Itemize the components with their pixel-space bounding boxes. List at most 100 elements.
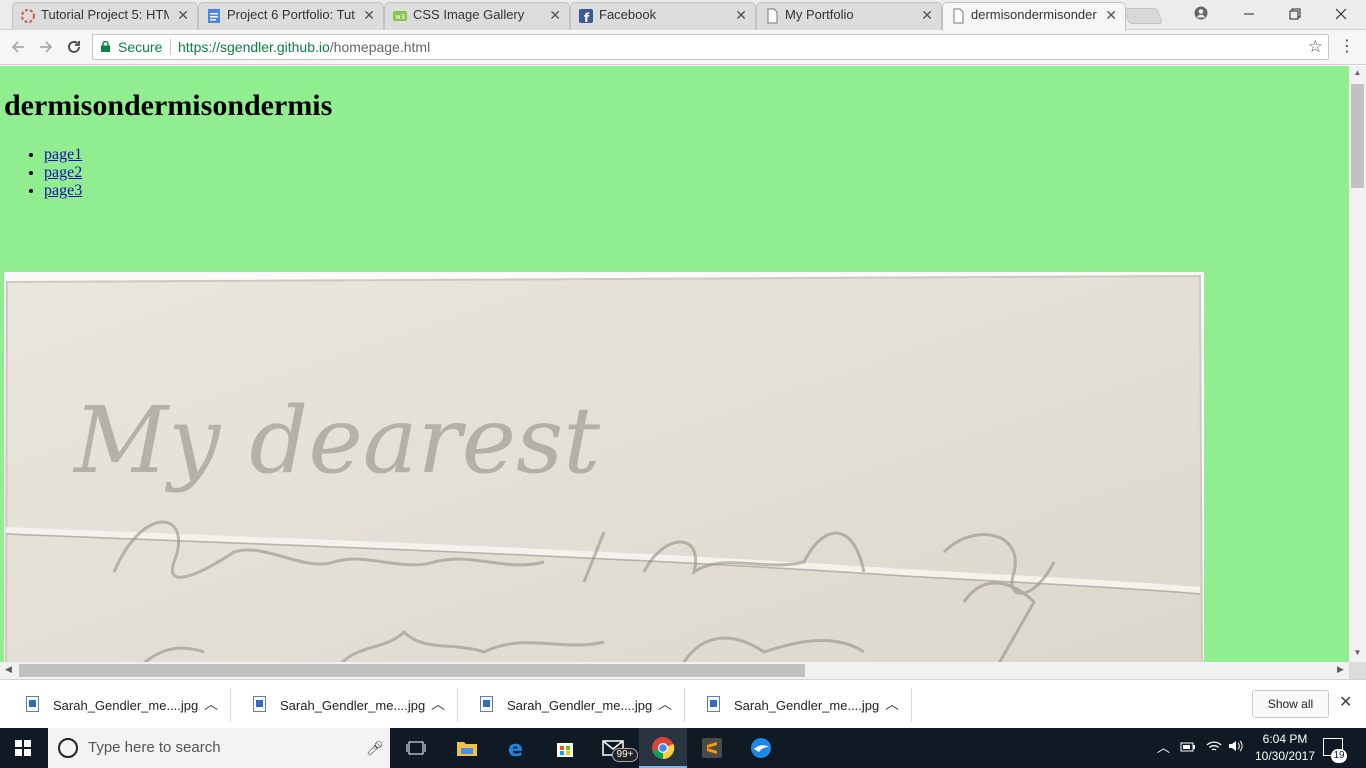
security-label: Secure: [118, 39, 163, 55]
download-filename: Sarah_Gendler_me....jpg: [507, 698, 653, 713]
download-filename: Sarah_Gendler_me....jpg: [734, 698, 880, 713]
tab-title: Tutorial Project 5: HTML: [41, 7, 169, 22]
close-icon[interactable]: ✕: [363, 3, 375, 27]
page-nav-list: page1 page2 page3: [24, 146, 82, 200]
close-icon[interactable]: ✕: [1105, 3, 1117, 27]
browser-toolbar: Secure https://sgendler.github.io/homepa…: [0, 30, 1366, 65]
tray-chevron-icon[interactable]: ︿: [1157, 728, 1170, 768]
browser-menu-icon[interactable]: ⋮: [1339, 36, 1355, 56]
forward-icon[interactable]: [35, 36, 57, 58]
nav-link-page2[interactable]: page2: [44, 164, 82, 181]
chevron-up-icon[interactable]: ︿: [885, 694, 899, 714]
chevron-up-icon[interactable]: ︿: [658, 694, 672, 714]
scroll-right-icon[interactable]: ▶: [1337, 664, 1344, 675]
scroll-up-icon[interactable]: ▲: [1349, 68, 1366, 77]
clock-date: 10/30/2017: [1254, 749, 1316, 763]
image-file-icon: [26, 696, 39, 712]
taskbar-search-box[interactable]: Type here to search 🎤︎: [48, 728, 390, 768]
tab-my-portfolio[interactable]: My Portfolio ✕: [756, 2, 942, 30]
w3schools-favicon-icon: w3: [393, 11, 407, 21]
svg-text:e: e: [508, 737, 523, 759]
volume-icon[interactable]: [1228, 728, 1244, 768]
tab-facebook[interactable]: f Facebook ✕: [570, 2, 756, 30]
wifi-icon[interactable]: [1206, 728, 1222, 768]
close-window-icon[interactable]: [1318, 0, 1364, 30]
tab-css-image-gallery[interactable]: w3 CSS Image Gallery ✕: [384, 2, 570, 30]
vertical-scroll-thumb[interactable]: [1351, 84, 1364, 188]
scroll-left-icon[interactable]: ◀: [5, 664, 12, 675]
horizontal-scroll-thumb[interactable]: [19, 664, 805, 677]
scroll-down-icon[interactable]: ▼: [1349, 648, 1366, 657]
close-icon[interactable]: ✕: [177, 3, 189, 27]
tab-title: My Portfolio: [785, 7, 854, 22]
file-explorer-icon[interactable]: [455, 736, 479, 760]
new-tab-button[interactable]: [1123, 8, 1163, 24]
battery-icon[interactable]: [1180, 728, 1196, 768]
image-file-icon: [253, 696, 266, 712]
cortana-icon: [58, 738, 78, 758]
tab-title: Project 6 Portfolio: Tuto: [227, 7, 355, 22]
svg-text:w3: w3: [395, 13, 405, 21]
handwritten-letter-image: My dearest: [4, 272, 1204, 662]
chevron-up-icon[interactable]: ︿: [431, 694, 445, 714]
vertical-scrollbar[interactable]: ▲ ▼: [1349, 66, 1366, 662]
taskbar-clock[interactable]: 6:04 PM 10/30/2017: [1250, 731, 1320, 765]
tab-project-6-portfolio[interactable]: Project 6 Portfolio: Tuto ✕: [198, 2, 384, 30]
letter-photo: My dearest: [4, 272, 1204, 662]
downloads-bar: Sarah_Gendler_me....jpg ︿ Sarah_Gendler_…: [0, 679, 1366, 728]
nav-link-page1[interactable]: page1: [44, 146, 82, 163]
app-bird-icon[interactable]: [749, 736, 773, 760]
omnibox-separator: [170, 39, 171, 55]
close-icon[interactable]: ✕: [549, 3, 561, 27]
download-filename: Sarah_Gendler_me....jpg: [53, 698, 199, 713]
chevron-up-icon[interactable]: ︿: [204, 694, 218, 714]
url-host: https://sgendler.github.io: [178, 39, 330, 55]
close-downloads-icon[interactable]: ✕: [1339, 692, 1352, 712]
microphone-icon[interactable]: 🎤︎: [366, 728, 384, 768]
download-item[interactable]: Sarah_Gendler_me....jpg ︿: [231, 688, 458, 722]
tab-title: Facebook: [599, 7, 657, 22]
nav-link-page3[interactable]: page3: [44, 182, 82, 199]
clock-time: 6:04 PM: [1262, 732, 1308, 746]
store-icon[interactable]: [553, 736, 577, 760]
mail-count-badge: 99+: [612, 748, 638, 762]
tab-title: CSS Image Gallery: [413, 7, 525, 22]
profile-icon[interactable]: [1178, 0, 1224, 30]
page-title: dermisondermisondermis: [4, 89, 333, 122]
page-viewport: dermisondermisondermis page1 page2 page3…: [0, 66, 1349, 662]
tab-tutorial-project-5[interactable]: Tutorial Project 5: HTML ✕: [12, 2, 198, 30]
image-file-icon: [707, 696, 720, 712]
tab-strip: Tutorial Project 5: HTML ✕ Project 6 Por…: [0, 0, 1366, 31]
url-text[interactable]: https://sgendler.github.io/homepage.html: [178, 35, 430, 59]
close-icon[interactable]: ✕: [921, 3, 933, 27]
url-path: /homepage.html: [329, 39, 431, 55]
bookmark-star-icon[interactable]: ☆: [1308, 35, 1323, 59]
windows-taskbar: Type here to search 🎤︎ e 99+ ︿ 6:04 PM 1…: [0, 728, 1366, 768]
chrome-taskbar-button[interactable]: [639, 728, 687, 768]
back-icon[interactable]: [7, 36, 29, 58]
list-item: page2: [44, 164, 82, 182]
tutorial-favicon-icon: [21, 9, 35, 23]
tab-title: dermisondermisonderm: [971, 7, 1097, 22]
chrome-icon: [652, 737, 675, 760]
show-all-button[interactable]: Show all: [1252, 690, 1329, 718]
horizontal-scrollbar[interactable]: ◀ ▶: [0, 662, 1349, 679]
download-item[interactable]: Sarah_Gendler_me....jpg ︿: [4, 688, 231, 722]
tab-dermisondermis[interactable]: dermisondermisonderm ✕: [942, 2, 1126, 31]
restore-icon[interactable]: [1272, 0, 1318, 30]
handwriting-line: My dearest: [72, 387, 601, 494]
download-item[interactable]: Sarah_Gendler_me....jpg ︿: [458, 688, 685, 722]
sublime-text-icon[interactable]: [700, 736, 724, 760]
address-bar[interactable]: Secure https://sgendler.github.io/homepa…: [92, 34, 1329, 60]
reload-icon[interactable]: [63, 36, 85, 58]
download-item[interactable]: Sarah_Gendler_me....jpg ︿: [685, 688, 912, 722]
close-icon[interactable]: ✕: [735, 3, 747, 27]
task-view-icon[interactable]: [404, 736, 428, 760]
facebook-favicon-icon: f: [579, 9, 593, 24]
windows-start-icon[interactable]: [15, 740, 32, 757]
edge-icon[interactable]: e: [505, 736, 529, 762]
minimize-icon[interactable]: [1226, 0, 1272, 30]
lock-icon: [101, 41, 110, 52]
search-placeholder: Type here to search: [88, 739, 221, 756]
image-file-icon: [480, 696, 493, 712]
